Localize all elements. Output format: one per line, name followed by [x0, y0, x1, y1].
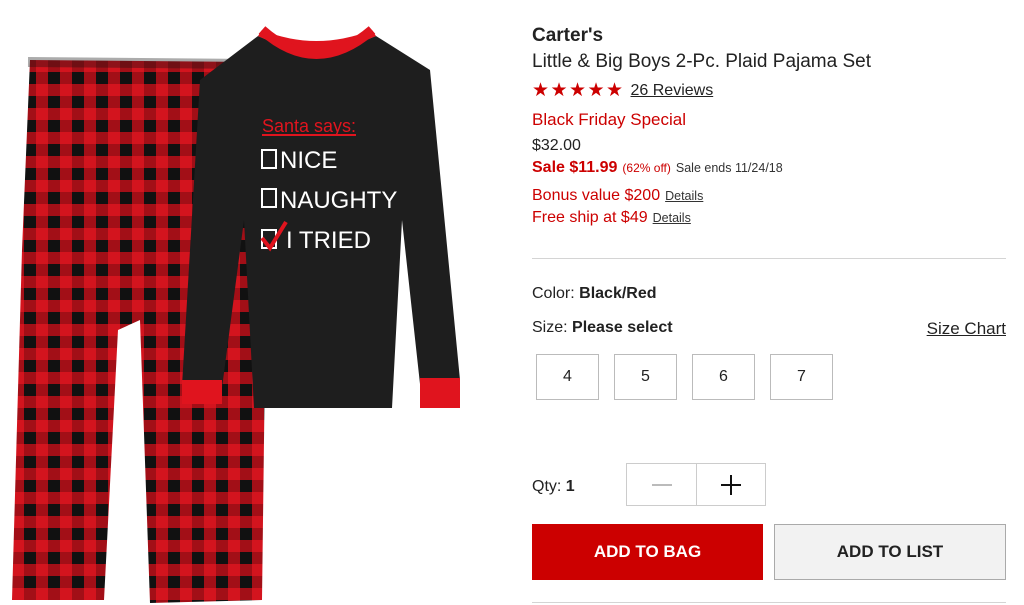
- reviews-link[interactable]: 26 Reviews: [631, 82, 714, 100]
- color-value: Black/Red: [579, 285, 657, 302]
- details-link[interactable]: Details: [665, 185, 703, 207]
- add-to-bag-button[interactable]: ADD TO BAG: [532, 524, 763, 580]
- qty-value: 1: [565, 478, 575, 495]
- size-option-7[interactable]: 7: [770, 354, 833, 400]
- star-icon: ★: [587, 80, 605, 101]
- star-icon: ★: [532, 80, 550, 101]
- shirt-heading: Santa says:: [262, 116, 356, 136]
- color-selection: Color: Black/Red: [532, 285, 657, 303]
- decrement-button[interactable]: [627, 464, 696, 505]
- rating-row: ★ ★ ★ ★ ★ 26 Reviews: [532, 81, 1006, 101]
- increment-button[interactable]: [696, 464, 765, 505]
- quantity-stepper: [626, 463, 766, 506]
- details-link[interactable]: Details: [653, 207, 691, 229]
- size-option-6[interactable]: 6: [692, 354, 755, 400]
- size-options: 4 5 6 7: [536, 354, 833, 400]
- divider: [532, 602, 1006, 603]
- star-rating: ★ ★ ★ ★ ★: [532, 81, 625, 101]
- sale-ends: Sale ends 11/24/18: [675, 161, 783, 175]
- size-chart-link[interactable]: Size Chart: [927, 319, 1006, 339]
- shirt-option-3: I TRIED: [286, 227, 371, 254]
- sale-percent: (62% off): [622, 161, 671, 175]
- offer-text: Bonus value $200: [532, 187, 661, 204]
- plus-icon: [721, 474, 741, 495]
- offer-text: Free ship at $49: [532, 209, 648, 226]
- original-price: $32.00: [532, 137, 581, 154]
- size-option-5[interactable]: 5: [614, 354, 677, 400]
- offer-free-ship: Free ship at $49 Details: [532, 207, 1006, 229]
- size-value: Please select: [572, 319, 673, 336]
- star-icon: ★: [569, 80, 587, 101]
- size-selection: Size: Please select Size Chart: [532, 319, 1006, 339]
- offer-bonus: Bonus value $200 Details: [532, 185, 1006, 207]
- sale-price: Sale $11.99: [532, 159, 618, 176]
- minus-icon: [651, 483, 672, 486]
- promo-label: Black Friday Special: [532, 110, 687, 129]
- qty-label: Qty:: [532, 478, 562, 495]
- star-icon: ★: [550, 80, 568, 101]
- add-to-list-button[interactable]: ADD TO LIST: [774, 524, 1006, 580]
- sale-row: Sale $11.99 (62% off) Sale ends 11/24/18: [532, 158, 1006, 178]
- divider: [532, 258, 1006, 259]
- pajama-shirt: Santa says: NICE NAUGHTY I TRIED: [182, 26, 460, 408]
- brand-name[interactable]: Carter's: [532, 24, 1006, 48]
- star-icon: ★: [606, 80, 624, 101]
- color-label: Color:: [532, 285, 575, 302]
- shirt-option-2: NAUGHTY: [280, 187, 397, 214]
- size-option-4[interactable]: 4: [536, 354, 599, 400]
- shirt-option-1: NICE: [280, 147, 337, 174]
- quantity-label: Qty: 1: [532, 478, 575, 496]
- product-title: Little & Big Boys 2-Pc. Plaid Pajama Set: [532, 51, 871, 72]
- size-label: Size:: [532, 319, 568, 336]
- product-info: Carter's Little & Big Boys 2-Pc. Plaid P…: [532, 24, 1006, 229]
- product-image: Santa says: NICE NAUGHTY I TRIED: [0, 0, 520, 605]
